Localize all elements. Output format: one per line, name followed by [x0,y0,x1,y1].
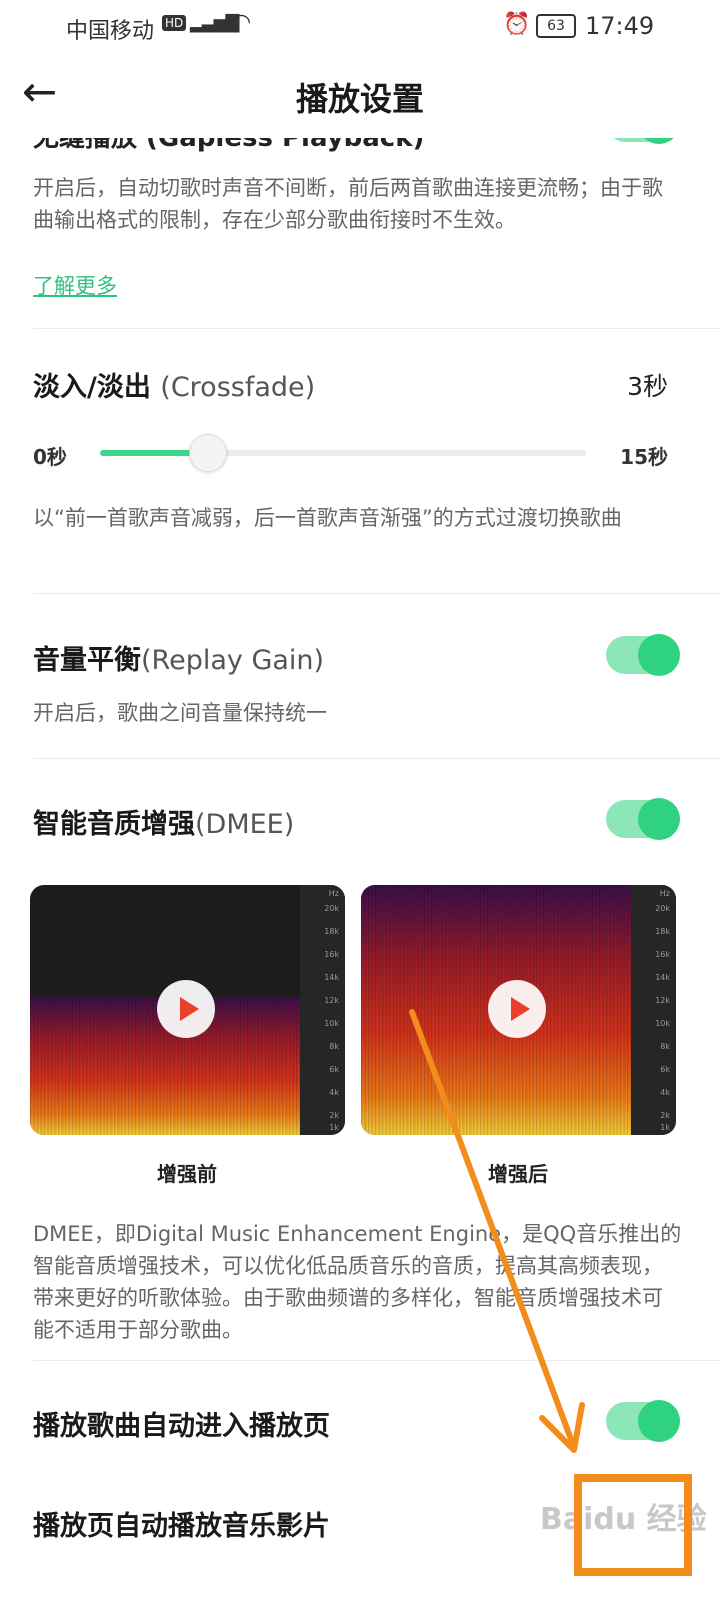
freq-label: 16k [324,950,339,959]
slider-min-label: 0秒 [33,445,67,469]
crossfade-value: 3秒 [627,372,668,401]
wifi-icon: ◠ [232,10,252,35]
spectrum-before: Hz 20k 18k 16k 14k 12k 10k 8k 6k 4k 2k 1… [30,885,345,1135]
freq-label: 10k [324,1019,339,1028]
crossfade-title-en: (Crossfade) [160,372,316,403]
freq-label: 2k [329,1111,339,1120]
freq-label: 16k [655,950,670,959]
auto-player-title: 播放歌曲自动进入播放页 [33,1411,330,1442]
carrier-name: 中国移动 [66,19,155,44]
freq-label: 8k [329,1042,339,1051]
freq-label: 14k [655,973,670,982]
freq-label: 20k [324,904,339,913]
watermark: Baidu 经验 [540,1502,707,1537]
freq-label: 1k [660,1123,670,1132]
freq-label: 8k [660,1042,670,1051]
hd-badge: HD [162,15,187,31]
spectrum-after: Hz 20k 18k 16k 14k 12k 10k 8k 6k 4k 2k 1… [361,885,676,1135]
before-caption: 增强前 [157,1162,217,1186]
after-caption: 增强后 [488,1162,548,1186]
toggle-knob [638,634,680,676]
dmee-title-cn: 智能音质增强 [33,809,195,840]
divider [33,593,720,594]
battery-icon: 63 [536,14,576,38]
freq-label: 18k [324,927,339,936]
toggle-knob [638,798,680,840]
freq-label: Hz [659,889,670,898]
replay-gain-title-cn: 音量平衡 [33,645,141,676]
freq-label: 6k [660,1065,670,1074]
dmee-description: DMEE，即Digital Music Enhancement Engine，是… [33,1222,682,1342]
gapless-description: 开启后，自动切歌时声音不间断，前后两首歌曲连接更流畅；由于歌曲输出格式的限制，存… [33,176,663,232]
annotation-arrow-head [539,1402,585,1453]
frequency-scale: Hz 20k 18k 16k 14k 12k 10k 8k 6k 4k 2k 1… [300,885,345,1135]
crossfade-slider[interactable] [100,434,586,472]
freq-label: 18k [655,927,670,936]
play-icon[interactable] [488,980,546,1038]
freq-label: 6k [329,1065,339,1074]
freq-label: Hz [328,889,339,898]
freq-label: 10k [655,1019,670,1028]
auto-player-toggle[interactable] [606,1400,680,1442]
auto-mv-title: 播放页自动播放音乐影片 [33,1511,330,1542]
page-title: 播放设置 [295,80,424,118]
dmee-title-en: (DMEE) [195,809,295,840]
freq-label: 4k [329,1088,339,1097]
replay-gain-description: 开启后，歌曲之间音量保持统一 [33,701,327,725]
dmee-title: 智能音质增强(DMEE) [33,802,294,841]
signal-icon: ▂▃▅▇ [190,12,239,33]
freq-label: 4k [660,1088,670,1097]
replay-gain-title-en: (Replay Gain) [141,645,325,676]
replay-gain-title: 音量平衡(Replay Gain) [33,638,324,677]
freq-label: 12k [324,996,339,1005]
divider [33,758,720,759]
divider [33,328,720,329]
status-bar: 中国移动 HD ▂▃▅▇ ◠ ⏰ 63 17:49 [0,0,720,54]
top-navigation-bar: ← 播放设置 [0,54,720,138]
freq-label: 14k [324,973,339,982]
learn-more-link[interactable]: 了解更多 [33,270,117,300]
divider [33,1360,720,1361]
play-icon[interactable] [157,980,215,1038]
freq-label: 20k [655,904,670,913]
crossfade-title-cn: 淡入/淡出 [33,372,151,403]
frequency-scale: Hz 20k 18k 16k 14k 12k 10k 8k 6k 4k 2k 1… [631,885,676,1135]
freq-label: 2k [660,1111,670,1120]
alarm-icon: ⏰ [503,12,531,37]
crossfade-description: 以“前一首歌声音减弱，后一首歌声音渐强”的方式过渡切换歌曲 [33,506,622,530]
replay-gain-toggle[interactable] [606,634,680,676]
clock: 17:49 [585,12,655,40]
freq-label: 12k [655,996,670,1005]
dmee-toggle[interactable] [606,798,680,840]
freq-label: 1k [329,1123,339,1132]
slider-max-label: 15秒 [620,445,668,469]
slider-thumb[interactable] [188,434,227,472]
toggle-knob [638,1400,680,1442]
crossfade-title: 淡入/淡出 (Crossfade) [33,365,315,404]
